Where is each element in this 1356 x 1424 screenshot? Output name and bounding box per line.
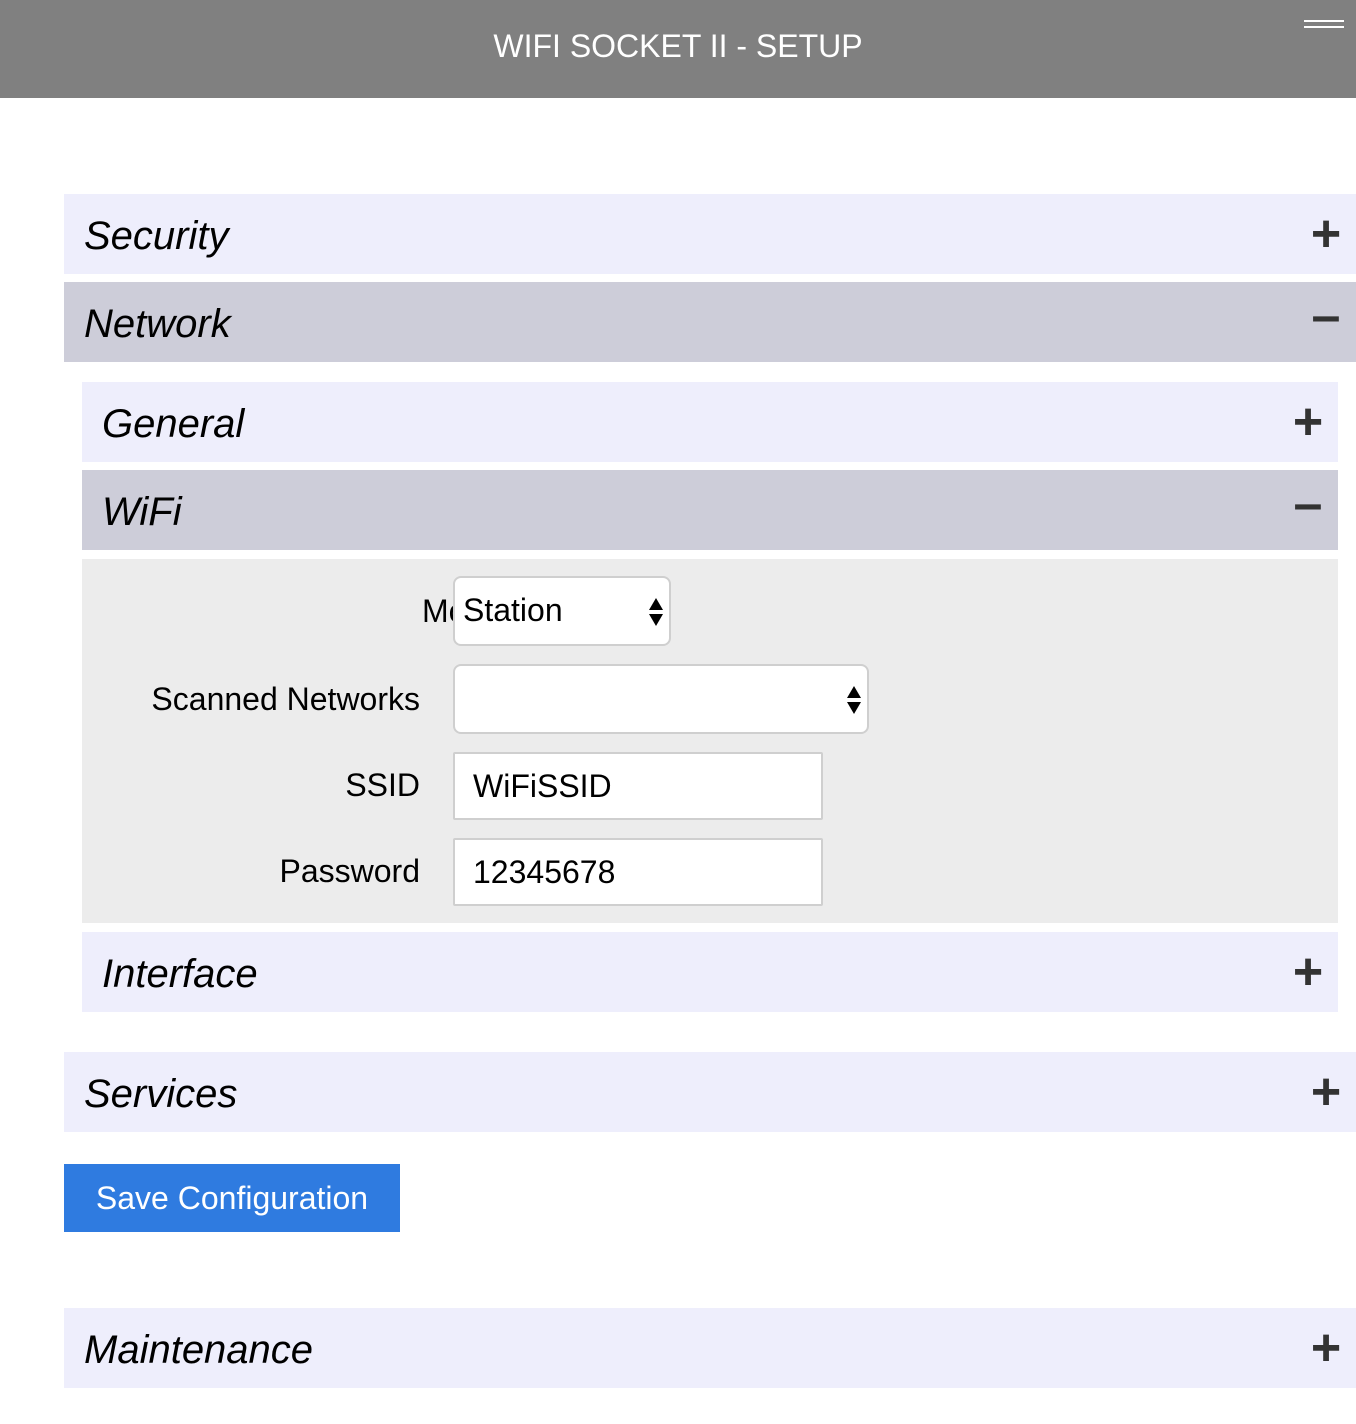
password-label: Password [279,853,421,889]
accordion-maintenance[interactable]: Maintenance + [64,1308,1356,1388]
select-updown-arrows-icon [649,598,663,626]
accordion-services[interactable]: Services + [64,1052,1356,1132]
accordion-wifi-title: WiFi [102,490,182,534]
accordion-security-title: Security [84,214,229,258]
expand-plus-icon: + [1292,393,1324,451]
accordion-interface[interactable]: Interface + [82,932,1338,1012]
expand-plus-icon: + [1292,943,1324,1001]
top-bar: WIFI SOCKET II - SETUP [0,0,1356,98]
accordion-network-title: Network [84,302,231,346]
wifi-settings-panel: Mode Station Scanned Networks SSID WiFiS… [82,559,1338,923]
collapse-minus-icon: – [1293,475,1323,533]
accordion-maintenance-title: Maintenance [84,1328,314,1372]
mode-label: Mode [82,591,502,631]
ssid-label: SSID [345,767,420,803]
ssid-input-value: WiFiSSID [473,768,612,804]
hamburger-menu-icon[interactable] [1300,12,1348,36]
accordion-security[interactable]: Security + [64,194,1356,274]
save-configuration-button[interactable]: Save Configuration [64,1164,400,1232]
select-updown-arrows-icon [847,686,861,714]
mode-select[interactable]: Station [453,576,671,646]
accordion-wifi[interactable]: WiFi – [82,470,1338,550]
password-input-value: 12345678 [473,854,616,890]
expand-plus-icon: + [1310,1063,1342,1121]
accordion-interface-title: Interface [102,952,258,996]
scanned-networks-label: Scanned Networks [151,681,420,717]
page-title: WIFI SOCKET II - SETUP [493,28,863,64]
expand-plus-icon: + [1310,205,1342,263]
password-input[interactable]: 12345678 [453,838,823,906]
expand-plus-icon: + [1310,1319,1342,1377]
accordion-general-title: General [102,402,245,446]
accordion-network[interactable]: Network – [64,282,1356,362]
accordion-services-title: Services [84,1072,238,1116]
scanned-networks-select[interactable] [453,664,869,734]
mode-select-value: Station [463,592,563,628]
ssid-input[interactable]: WiFiSSID [453,752,823,820]
accordion-general[interactable]: General + [82,382,1338,462]
collapse-minus-icon: – [1311,287,1341,345]
